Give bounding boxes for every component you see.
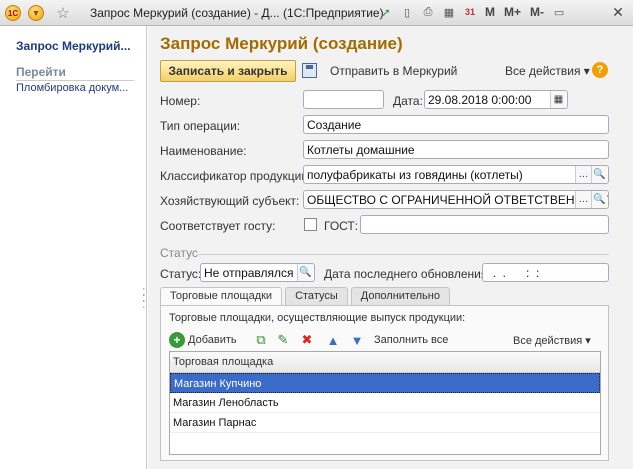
move-down-icon[interactable]: ▼: [349, 332, 365, 348]
status-value: Не отправлялся: [204, 266, 294, 280]
tab-panel: Торговые площадки, осуществляющие выпуск…: [160, 305, 609, 461]
ellipsis-icon[interactable]: …: [575, 166, 591, 183]
classifier-field[interactable]: полуфабрикаты из говядины (котлеты) … 🔍: [303, 165, 609, 184]
tab-strip: Торговые площадки Статусы Дополнительно: [160, 287, 453, 306]
operation-type-field[interactable]: Создание: [303, 115, 609, 134]
all-actions-menu[interactable]: Все действия ▾: [505, 64, 590, 78]
status-section-title: Статус: [160, 246, 198, 260]
move-up-icon[interactable]: ▲: [325, 332, 341, 348]
name-label: Наименование:: [160, 144, 247, 158]
memory-minus-button[interactable]: M-: [528, 5, 546, 19]
save-and-close-button[interactable]: Записать и закрыть: [160, 60, 296, 82]
sidebar-title[interactable]: Запрос Меркурий...: [16, 39, 142, 53]
status-field[interactable]: Не отправлялся 🔍: [200, 263, 315, 282]
table-toolbar: + Добавить ⧉ ✎ ✖ ▲ ▼ Заполнить все Все д…: [169, 330, 601, 350]
close-button[interactable]: ✕: [610, 4, 626, 20]
tab-statuses[interactable]: Статусы: [285, 287, 348, 305]
star-icon[interactable]: ☆: [55, 5, 71, 22]
tab-trade-sites[interactable]: Торговые площадки: [160, 287, 283, 306]
search-icon[interactable]: 🔍: [297, 264, 313, 281]
window-titlebar: 1С ▼ ☆ Запрос Меркурий (создание) - Д...…: [0, 0, 633, 26]
calendar-icon[interactable]: ▦: [550, 91, 566, 108]
search-icon[interactable]: 🔍: [591, 166, 607, 183]
entity-value: ОБЩЕСТВО С ОГРАНИЧЕННОЙ ОТВЕТСТВЕННОСТЬЮ: [307, 193, 609, 207]
app-logo-icon[interactable]: 1С: [5, 5, 21, 21]
gost-match-label: Соответствует госту:: [160, 219, 276, 233]
copy-icon[interactable]: ⧉: [253, 332, 269, 348]
memory-button[interactable]: M: [483, 5, 497, 19]
table-all-actions-menu[interactable]: Все действия ▾: [513, 334, 591, 347]
gost-match-checkbox[interactable]: [304, 218, 317, 231]
sidebar: Запрос Меркурий... Перейти Пломбировка д…: [0, 26, 147, 469]
window-toolbar: ➚ ▯ ⎙ ▦ 31 M M+ M- ▭: [378, 4, 567, 20]
operation-type-label: Тип операции:: [160, 119, 241, 133]
status-label: Статус:: [160, 267, 202, 281]
classifier-label: Классификатор продукции:: [160, 169, 312, 183]
document-icon[interactable]: ▯: [399, 4, 415, 20]
last-update-field[interactable]: . . : :: [482, 263, 609, 282]
calculator-icon[interactable]: ▦: [441, 4, 457, 20]
arrow-icon[interactable]: ➚: [378, 4, 394, 20]
add-icon[interactable]: +: [169, 332, 185, 348]
column-header[interactable]: Торговая площадка: [170, 352, 600, 373]
form-area: Запрос Меркурий (создание) Записать и за…: [148, 26, 633, 469]
classifier-value: полуфабрикаты из говядины (котлеты): [307, 168, 523, 182]
name-field[interactable]: Котлеты домашние: [303, 140, 609, 159]
table-row[interactable]: Магазин Купчино: [170, 373, 600, 393]
chevron-down-icon[interactable]: ▼: [28, 5, 44, 21]
restore-icon[interactable]: ▭: [551, 4, 567, 20]
edit-icon[interactable]: ✎: [275, 332, 291, 348]
ellipsis-icon[interactable]: …: [575, 191, 591, 208]
table-row[interactable]: Магазин Ленобласть: [170, 393, 600, 413]
number-field[interactable]: [303, 90, 384, 109]
calendar-icon[interactable]: 31: [462, 4, 478, 20]
section-divider: [198, 254, 609, 255]
number-label: Номер:: [160, 94, 201, 108]
date-label: Дата:: [393, 94, 423, 108]
send-to-mercury-button[interactable]: Отправить в Меркурий: [330, 64, 457, 78]
entity-field[interactable]: ОБЩЕСТВО С ОГРАНИЧЕННОЙ ОТВЕТСТВЕННОСТЬЮ…: [303, 190, 609, 209]
trade-sites-table: Торговая площадка Магазин Купчино Магази…: [169, 351, 601, 455]
delete-icon[interactable]: ✖: [299, 332, 315, 348]
sidebar-item-sealing[interactable]: Пломбировка докум...: [16, 82, 128, 94]
last-update-label: Дата последнего обновления:: [324, 267, 491, 281]
fill-all-button[interactable]: Заполнить все: [374, 334, 448, 346]
sidebar-section-goto: Перейти: [16, 65, 134, 81]
add-button[interactable]: Добавить: [188, 334, 237, 346]
print-icon[interactable]: ⎙: [420, 4, 436, 20]
gost-label: ГОСТ:: [324, 219, 359, 233]
gost-field[interactable]: [360, 215, 609, 234]
entity-label: Хозяйствующий субъект:: [160, 194, 300, 208]
search-icon[interactable]: 🔍: [591, 191, 607, 208]
date-value: 29.08.2018 0:00:00: [428, 93, 532, 107]
page-title: Запрос Меркурий (создание): [160, 34, 403, 53]
splitter-handle[interactable]: ⁚ ⁚ ⁚: [142, 288, 146, 311]
tab-additional[interactable]: Дополнительно: [350, 287, 450, 305]
help-icon[interactable]: ?: [592, 62, 608, 78]
trade-sites-caption: Торговые площадки, осуществляющие выпуск…: [169, 312, 466, 324]
memory-plus-button[interactable]: M+: [502, 5, 523, 19]
table-row[interactable]: Магазин Парнас: [170, 413, 600, 433]
save-icon[interactable]: [302, 63, 317, 78]
window-title: Запрос Меркурий (создание) - Д... (1С:Пр…: [90, 6, 384, 20]
date-field[interactable]: 29.08.2018 0:00:00 ▦: [424, 90, 568, 109]
